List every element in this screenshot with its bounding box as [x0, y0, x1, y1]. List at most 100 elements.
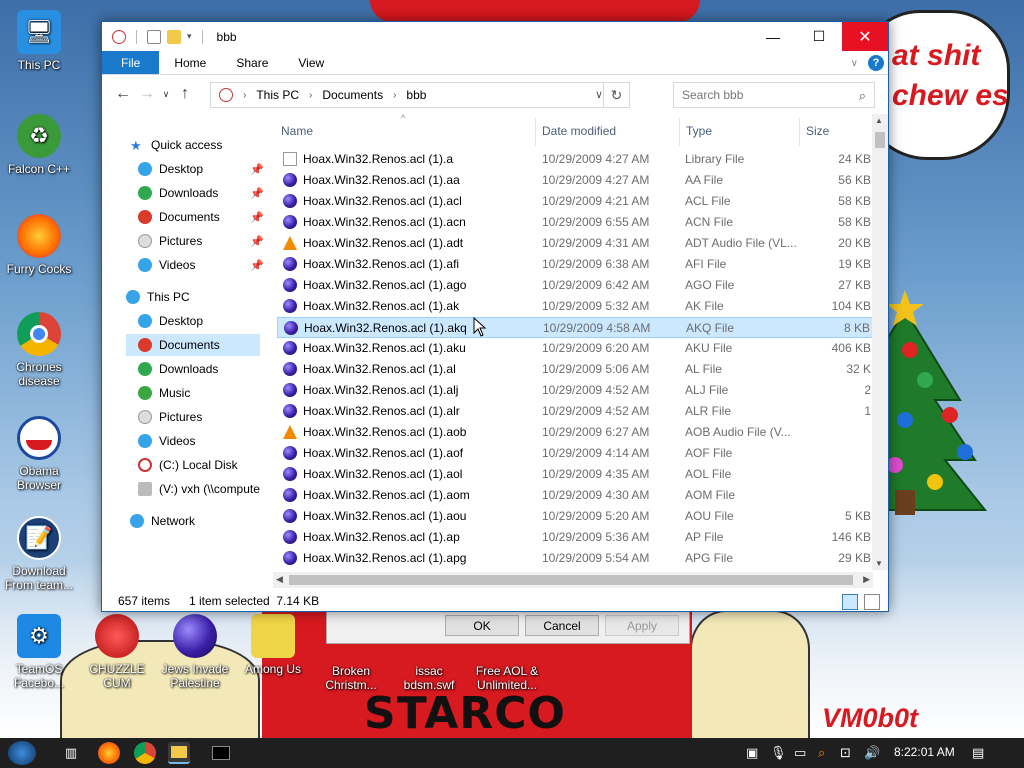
- file-explorer-taskbar-icon[interactable]: [168, 742, 190, 764]
- file-row[interactable]: Hoax.Win32.Renos.acl (1).acn 10/29/2009 6…: [277, 212, 873, 233]
- title-bar[interactable]: ▾ bbb — ☐ ✕: [102, 22, 888, 51]
- search-input[interactable]: Search bbb ⌕: [673, 82, 875, 108]
- vertical-scrollbar[interactable]: ▲ ▼: [872, 114, 888, 570]
- properties-icon[interactable]: [147, 29, 161, 44]
- file-row[interactable]: Hoax.Win32.Renos.acl (1).adt 10/29/2009 4…: [277, 233, 873, 254]
- cancel-button[interactable]: Cancel: [525, 615, 599, 636]
- nav-this-pc[interactable]: This PC: [126, 286, 296, 308]
- network-status-icon[interactable]: ⊡: [840, 745, 851, 761]
- file-row[interactable]: Hoax.Win32.Renos.acl (1).ap 10/29/2009 5:…: [277, 527, 873, 548]
- desktop-icon-chrome[interactable]: Chrones disease: [2, 312, 76, 388]
- file-row[interactable]: Hoax.Win32.Renos.acl (1).aof 10/29/2009 4…: [277, 443, 873, 464]
- column-name[interactable]: Name: [281, 124, 313, 138]
- desktop-icon-download[interactable]: 📝 Download From team...: [2, 516, 76, 592]
- firefox-taskbar-icon[interactable]: [98, 742, 120, 764]
- scroll-down-icon[interactable]: ▼: [875, 559, 883, 568]
- nav-network-drive[interactable]: (V:) vxh (\\compute: [138, 478, 272, 500]
- desktop-icon-chuzzle[interactable]: CHUZZLE CUM: [80, 614, 154, 690]
- file-row[interactable]: Hoax.Win32.Renos.acl (1).ago 10/29/2009 6…: [277, 275, 873, 296]
- column-date-modified[interactable]: Date modified: [542, 124, 616, 138]
- column-divider[interactable]: [535, 118, 536, 146]
- apply-button[interactable]: Apply: [605, 615, 679, 636]
- desktop-icon-among-us[interactable]: Among Us: [236, 614, 310, 676]
- up-arrow-icon[interactable]: ↑: [173, 85, 197, 103]
- tab-home[interactable]: Home: [159, 51, 221, 74]
- desktop-icon-orb[interactable]: Jews Invade Palestine: [158, 614, 232, 690]
- column-divider[interactable]: [679, 118, 680, 146]
- file-row[interactable]: Hoax.Win32.Renos.acl (1).aa 10/29/2009 4:…: [277, 170, 873, 191]
- file-row[interactable]: Hoax.Win32.Renos.acl (1).ak 10/29/2009 5:…: [277, 296, 873, 317]
- ok-button[interactable]: OK: [445, 615, 519, 636]
- breadcrumb-documents[interactable]: Documents: [322, 88, 383, 102]
- desktop-icon-this-pc[interactable]: 🖥 This PC: [2, 10, 76, 72]
- file-row[interactable]: Hoax.Win32.Renos.acl (1).afi 10/29/2009 6…: [277, 254, 873, 275]
- details-view-icon[interactable]: [842, 594, 858, 610]
- help-icon[interactable]: ?: [868, 55, 884, 71]
- task-view-icon[interactable]: ▥: [60, 742, 82, 764]
- location-icon: [219, 88, 233, 102]
- clock[interactable]: 8:22:01 AM: [894, 745, 955, 759]
- desktop-icon-obama-browser[interactable]: Obama Browser: [2, 416, 76, 492]
- tab-share[interactable]: Share: [221, 51, 283, 74]
- command-prompt-taskbar-icon[interactable]: [210, 742, 232, 764]
- chrome-taskbar-icon[interactable]: [134, 742, 156, 764]
- tab-file[interactable]: File: [102, 51, 160, 74]
- tab-view[interactable]: View: [283, 51, 339, 74]
- file-row[interactable]: Hoax.Win32.Renos.acl (1).aob 10/29/2009 6…: [277, 422, 873, 443]
- large-icons-view-icon[interactable]: [864, 594, 880, 610]
- file-row[interactable]: Hoax.Win32.Renos.acl (1).al 10/29/2009 5:…: [277, 359, 873, 380]
- nav-pc-documents[interactable]: Documents: [126, 334, 260, 356]
- breadcrumb-chevron-icon[interactable]: ›: [243, 90, 246, 101]
- desktop-icon-firefox[interactable]: Furry Cocks: [2, 214, 76, 276]
- file-size: 406 KB: [831, 341, 871, 355]
- microphone-icon[interactable]: 🎙: [770, 745, 787, 761]
- new-folder-icon[interactable]: [167, 29, 181, 44]
- file-row[interactable]: Hoax.Win32.Renos.acl (1).akq 10/29/2009 4…: [277, 317, 873, 338]
- file-date-modified: 10/29/2009 4:52 AM: [542, 383, 650, 397]
- scroll-right-icon[interactable]: ▶: [863, 574, 870, 585]
- file-row[interactable]: Hoax.Win32.Renos.acl (1).alj 10/29/2009 4…: [277, 380, 873, 401]
- volume-icon[interactable]: 🔊: [864, 745, 880, 761]
- scroll-up-icon[interactable]: ▲: [875, 116, 883, 125]
- column-size[interactable]: Size: [806, 124, 829, 138]
- horizontal-scrollbar[interactable]: ◀ ▶: [273, 572, 873, 588]
- address-bar[interactable]: › This PC › Documents › bbb ∨ ↻: [210, 82, 630, 108]
- pin-icon: 📌: [250, 211, 264, 224]
- minimize-button[interactable]: —: [750, 22, 796, 51]
- file-row[interactable]: Hoax.Win32.Renos.acl (1).a 10/29/2009 4:2…: [277, 149, 873, 170]
- action-center-icon[interactable]: ▤: [972, 745, 984, 761]
- breadcrumb-chevron-icon[interactable]: ›: [309, 90, 312, 101]
- file-row[interactable]: Hoax.Win32.Renos.acl (1).aku 10/29/2009 6…: [277, 338, 873, 359]
- tray-keyboard-icon[interactable]: ▭: [794, 745, 806, 761]
- customize-chevron-icon[interactable]: ▾: [187, 31, 192, 42]
- recent-locations-chevron-icon[interactable]: ∨: [159, 89, 173, 100]
- desktop-icon-teamos[interactable]: ⚙ TeamOS Facebo...: [2, 614, 76, 690]
- file-date-modified: 10/29/2009 4:14 AM: [542, 446, 650, 460]
- tray-app-icon[interactable]: ▣: [746, 745, 758, 761]
- address-dropdown-icon[interactable]: ∨: [595, 88, 603, 101]
- back-arrow-icon[interactable]: ←: [111, 85, 135, 103]
- start-button[interactable]: [8, 741, 36, 765]
- maximize-button[interactable]: ☐: [796, 22, 842, 51]
- file-row[interactable]: Hoax.Win32.Renos.acl (1).acl 10/29/2009 4…: [277, 191, 873, 212]
- file-row[interactable]: Hoax.Win32.Renos.acl (1).aol 10/29/2009 4…: [277, 464, 873, 485]
- file-row[interactable]: Hoax.Win32.Renos.acl (1).apg 10/29/2009 5…: [277, 548, 873, 569]
- gear-icon: ⚙: [17, 614, 61, 658]
- close-button[interactable]: ✕: [842, 22, 888, 51]
- desktop-icon-falcon[interactable]: ♻ Falcon C++: [2, 114, 76, 176]
- breadcrumb-chevron-icon[interactable]: ›: [393, 90, 396, 101]
- breadcrumb-this-pc[interactable]: This PC: [256, 88, 299, 102]
- file-row[interactable]: Hoax.Win32.Renos.acl (1).alr 10/29/2009 4…: [277, 401, 873, 422]
- vertical-scroll-thumb[interactable]: [875, 132, 885, 148]
- expand-ribbon-chevron-icon[interactable]: ∨: [851, 58, 858, 69]
- tray-search-icon[interactable]: ⌕: [818, 745, 825, 761]
- column-divider[interactable]: [799, 118, 800, 146]
- forward-arrow-icon[interactable]: →: [135, 85, 159, 103]
- breadcrumb-bbb[interactable]: bbb: [406, 88, 426, 102]
- scroll-left-icon[interactable]: ◀: [276, 574, 283, 585]
- horizontal-scroll-thumb[interactable]: [289, 575, 853, 585]
- file-row[interactable]: Hoax.Win32.Renos.acl (1).aou 10/29/2009 5…: [277, 506, 873, 527]
- file-row[interactable]: Hoax.Win32.Renos.acl (1).aom 10/29/2009 4…: [277, 485, 873, 506]
- refresh-icon[interactable]: ↻: [603, 83, 629, 107]
- column-type[interactable]: Type: [686, 124, 712, 138]
